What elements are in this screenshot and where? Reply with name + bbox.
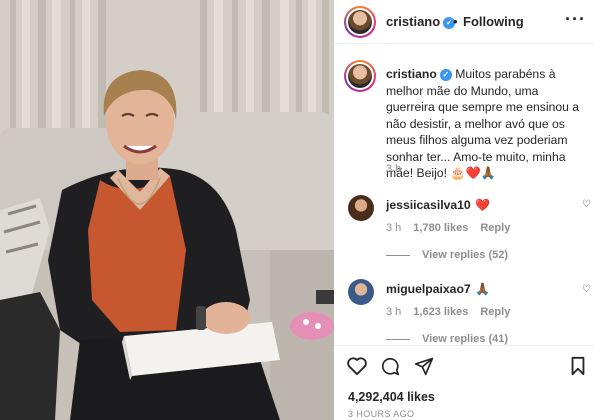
comment-avatar[interactable] xyxy=(348,279,374,305)
post-photo[interactable] xyxy=(0,0,334,420)
view-replies-button[interactable]: View replies (41) xyxy=(386,333,508,345)
post-header: cristiano ✓ • Following ··· xyxy=(334,0,594,44)
post-caption: cristiano ✓ Muitos parabéns à melhor mãe … xyxy=(386,66,586,182)
author-username-text[interactable]: cristiano xyxy=(386,14,440,29)
view-replies-label[interactable]: View replies (41) xyxy=(422,333,508,345)
separator-dot: • xyxy=(453,14,458,29)
following-button[interactable]: Following xyxy=(463,14,524,29)
view-replies-button[interactable]: View replies (52) xyxy=(386,249,508,261)
comment-item: jessiicasilva10 ❤️ xyxy=(386,196,490,214)
comment-text: ❤️ xyxy=(475,198,491,212)
share-icon[interactable] xyxy=(414,356,434,376)
heart-icon[interactable] xyxy=(346,356,368,376)
caption-username[interactable]: cristiano xyxy=(386,67,437,81)
comment-meta: 3 h 1,623 likes Reply xyxy=(386,306,522,318)
comment-username[interactable]: miguelpaixao7 xyxy=(386,282,471,296)
comment-avatar[interactable] xyxy=(348,195,374,221)
caption-avatar[interactable] xyxy=(344,60,376,92)
comment-time[interactable]: 3 h xyxy=(386,222,401,234)
post-actions: 4,292,404 likes 3 HOURS AGO xyxy=(334,345,594,420)
author-username[interactable]: cristiano ✓ xyxy=(386,14,456,29)
replies-line xyxy=(386,338,410,340)
post-image xyxy=(0,0,334,420)
comment-time[interactable]: 3 h xyxy=(386,306,401,318)
comment-text: 🙏🏾 xyxy=(475,282,491,296)
author-avatar[interactable] xyxy=(344,6,376,38)
caption-time[interactable]: 3 h xyxy=(386,163,401,175)
replies-line xyxy=(386,254,410,256)
posted-time[interactable]: 3 HOURS AGO xyxy=(348,409,414,419)
caption-text: Muitos parabéns à melhor mãe do Mundo, u… xyxy=(386,67,580,180)
comment-like-heart-icon[interactable]: ♡ xyxy=(582,284,591,295)
view-replies-label[interactable]: View replies (52) xyxy=(422,249,508,261)
comment-likes[interactable]: 1,780 likes xyxy=(413,222,468,234)
comment-icon[interactable] xyxy=(380,356,400,376)
comment-item: miguelpaixao7 🙏🏾 xyxy=(386,280,490,298)
comment-like-heart-icon[interactable]: ♡ xyxy=(582,199,591,210)
more-options-icon[interactable]: ··· xyxy=(565,9,586,30)
bookmark-icon[interactable] xyxy=(570,356,586,376)
comment-reply-button[interactable]: Reply xyxy=(480,222,510,234)
comment-likes[interactable]: 1,623 likes xyxy=(413,306,468,318)
verified-icon: ✓ xyxy=(439,68,452,81)
likes-count[interactable]: 4,292,404 likes xyxy=(348,390,435,404)
post-panel: cristiano ✓ • Following ··· cristiano ✓ Mu… xyxy=(334,0,594,420)
comment-meta: 3 h 1,780 likes Reply xyxy=(386,222,522,234)
comment-reply-button[interactable]: Reply xyxy=(480,306,510,318)
comment-username[interactable]: jessiicasilva10 xyxy=(386,198,471,212)
